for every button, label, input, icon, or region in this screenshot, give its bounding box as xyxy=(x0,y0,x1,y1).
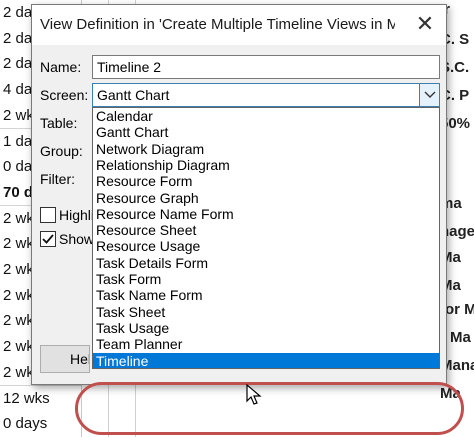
dialog-titlebar: View Definition in 'Create Multiple Time… xyxy=(32,5,446,45)
chevron-down-icon[interactable] xyxy=(419,84,439,106)
show-checkbox[interactable] xyxy=(40,231,56,247)
view-definition-dialog: View Definition in 'Create Multiple Time… xyxy=(31,4,447,385)
checkmark-icon xyxy=(42,234,54,244)
dropdown-option[interactable]: Resource Name Form xyxy=(93,206,439,223)
dropdown-option[interactable]: Task Form xyxy=(93,271,439,288)
duration-cell: 12 wks xyxy=(0,385,82,412)
dropdown-option[interactable]: Team Planner xyxy=(93,336,439,353)
dropdown-option[interactable]: Gantt Chart xyxy=(93,124,439,141)
dropdown-option[interactable]: Resource Usage xyxy=(93,238,439,255)
mouse-pointer-icon xyxy=(246,383,262,411)
dialog-title: View Definition in 'Create Multiple Time… xyxy=(40,16,395,33)
screen-select[interactable]: Gantt Chart xyxy=(92,83,440,107)
screen-label: Screen: xyxy=(40,87,89,103)
dropdown-option[interactable]: Resource Form xyxy=(93,173,439,190)
name-input[interactable]: Timeline 2 xyxy=(92,55,440,79)
name-label: Name: xyxy=(40,59,82,75)
resource-fragment: Ma xyxy=(440,385,461,402)
dropdown-option[interactable]: Relationship Diagram xyxy=(93,157,439,174)
dropdown-option[interactable]: Task Details Form xyxy=(93,255,439,272)
dropdown-option[interactable]: Task Name Form xyxy=(93,287,439,304)
filter-label: Filter: xyxy=(40,171,75,187)
group-label: Group: xyxy=(40,143,83,159)
screen-select-value: Gantt Chart xyxy=(97,87,170,103)
show-label: Show xyxy=(59,231,95,247)
dropdown-option[interactable]: Task Usage xyxy=(93,320,439,337)
dropdown-option[interactable]: Network Diagram xyxy=(93,141,439,158)
dropdown-option[interactable]: Resource Sheet xyxy=(93,222,439,239)
dropdown-option[interactable]: Task Sheet xyxy=(93,304,439,321)
dropdown-option[interactable]: Calendar xyxy=(93,108,439,125)
duration-cell: 0 days xyxy=(0,411,82,437)
dropdown-option[interactable]: Resource Graph xyxy=(93,190,439,207)
table-label: Table: xyxy=(40,115,78,131)
dropdown-option[interactable]: Timeline xyxy=(93,352,439,368)
help-button[interactable]: Help xyxy=(40,345,90,373)
screen-dropdown-list[interactable]: Calendar Gantt Chart Network Diagram Relati… xyxy=(92,107,440,369)
close-icon[interactable]: ✕ xyxy=(410,11,440,39)
highlight-checkbox[interactable] xyxy=(40,207,56,223)
